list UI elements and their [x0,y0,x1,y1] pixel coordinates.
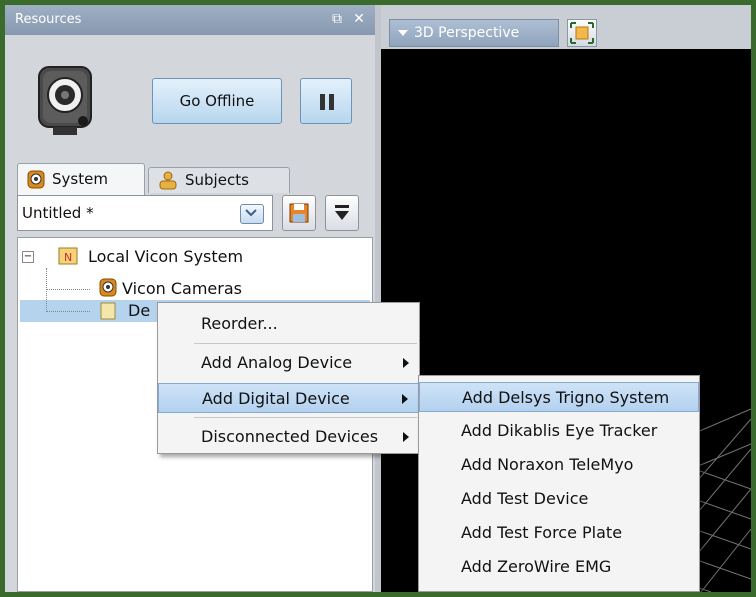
fit-view-icon [570,22,594,44]
menu-item-add-zerowire-emg[interactable]: Add ZeroWire EMG [419,552,699,582]
menu-item-disconnected-devices[interactable]: Disconnected Devices [158,422,419,452]
tree-label: Local Vicon System [88,247,244,266]
menu-item-reorder[interactable]: Reorder... [158,309,419,339]
tab-subjects-label: Subjects [185,171,249,189]
menu-item-add-test-device[interactable]: Add Test Device [419,484,699,514]
tree-label: De [128,301,151,320]
menu-separator [194,417,417,418]
menu-down-icon [335,205,349,220]
close-icon[interactable]: ✕ [349,9,369,29]
chevron-right-icon [403,358,409,368]
pause-icon [320,94,325,110]
menu-separator [194,343,417,344]
camera-icon [38,66,92,135]
chevron-right-icon [402,394,408,404]
menu-button[interactable] [325,195,359,231]
menu-item-add-dikablis-eye-tracker[interactable]: Add Dikablis Eye Tracker [419,416,699,446]
pause-button[interactable] [300,78,352,124]
menu-item-add-digital-device[interactable]: Add Digital Device [158,383,419,413]
configuration-select[interactable]: Untitled * [17,195,273,231]
go-offline-button[interactable]: Go Offline [152,78,282,124]
resources-panel: Resources ⧉ ✕ Go Offline System Subjects… [5,5,375,592]
context-menu: Reorder... Add Analog Device Add Digital… [157,302,420,454]
menu-item-add-noraxon-telemyo[interactable]: Add Noraxon TeleMyo [419,450,699,480]
subjects-icon [159,171,177,190]
menu-item-add-test-force-plate[interactable]: Add Test Force Plate [419,518,699,548]
tab-system-label: System [52,170,108,188]
resources-header: Resources ⧉ ✕ [5,5,375,35]
float-panel-icon[interactable]: ⧉ [327,9,347,29]
application-window: Resources ⧉ ✕ Go Offline System Subjects… [5,5,751,592]
menu-item-add-delsys-trigno-system[interactable]: Add Delsys Trigno System [419,382,699,412]
tab-subjects[interactable]: Subjects [148,167,290,193]
resources-title: Resources [15,12,82,27]
save-icon [289,203,309,223]
camera-small-icon [27,170,45,189]
triangle-down-icon [398,30,408,36]
collapse-icon[interactable]: − [22,251,34,263]
chevron-right-icon [403,432,409,442]
system-icon: N [58,247,78,265]
menu-item-add-analog-device[interactable]: Add Analog Device [158,348,419,378]
configuration-value: Untitled * [22,204,94,222]
view-type-dropdown[interactable]: 3D Perspective [389,19,559,47]
svg-text:N: N [64,251,72,264]
camera-small-icon [99,278,117,297]
tab-system[interactable]: System [17,163,145,195]
viewport-header: 3D Perspective [381,5,751,49]
digital-device-submenu: Add Delsys Trigno System Add Dikablis Ey… [418,375,700,592]
view-type-label: 3D Perspective [414,25,520,41]
fit-view-button[interactable] [567,19,597,47]
tree-label: Vicon Cameras [122,279,242,298]
save-button[interactable] [282,195,316,231]
chevron-down-icon[interactable] [240,204,264,224]
devices-icon [100,302,116,320]
